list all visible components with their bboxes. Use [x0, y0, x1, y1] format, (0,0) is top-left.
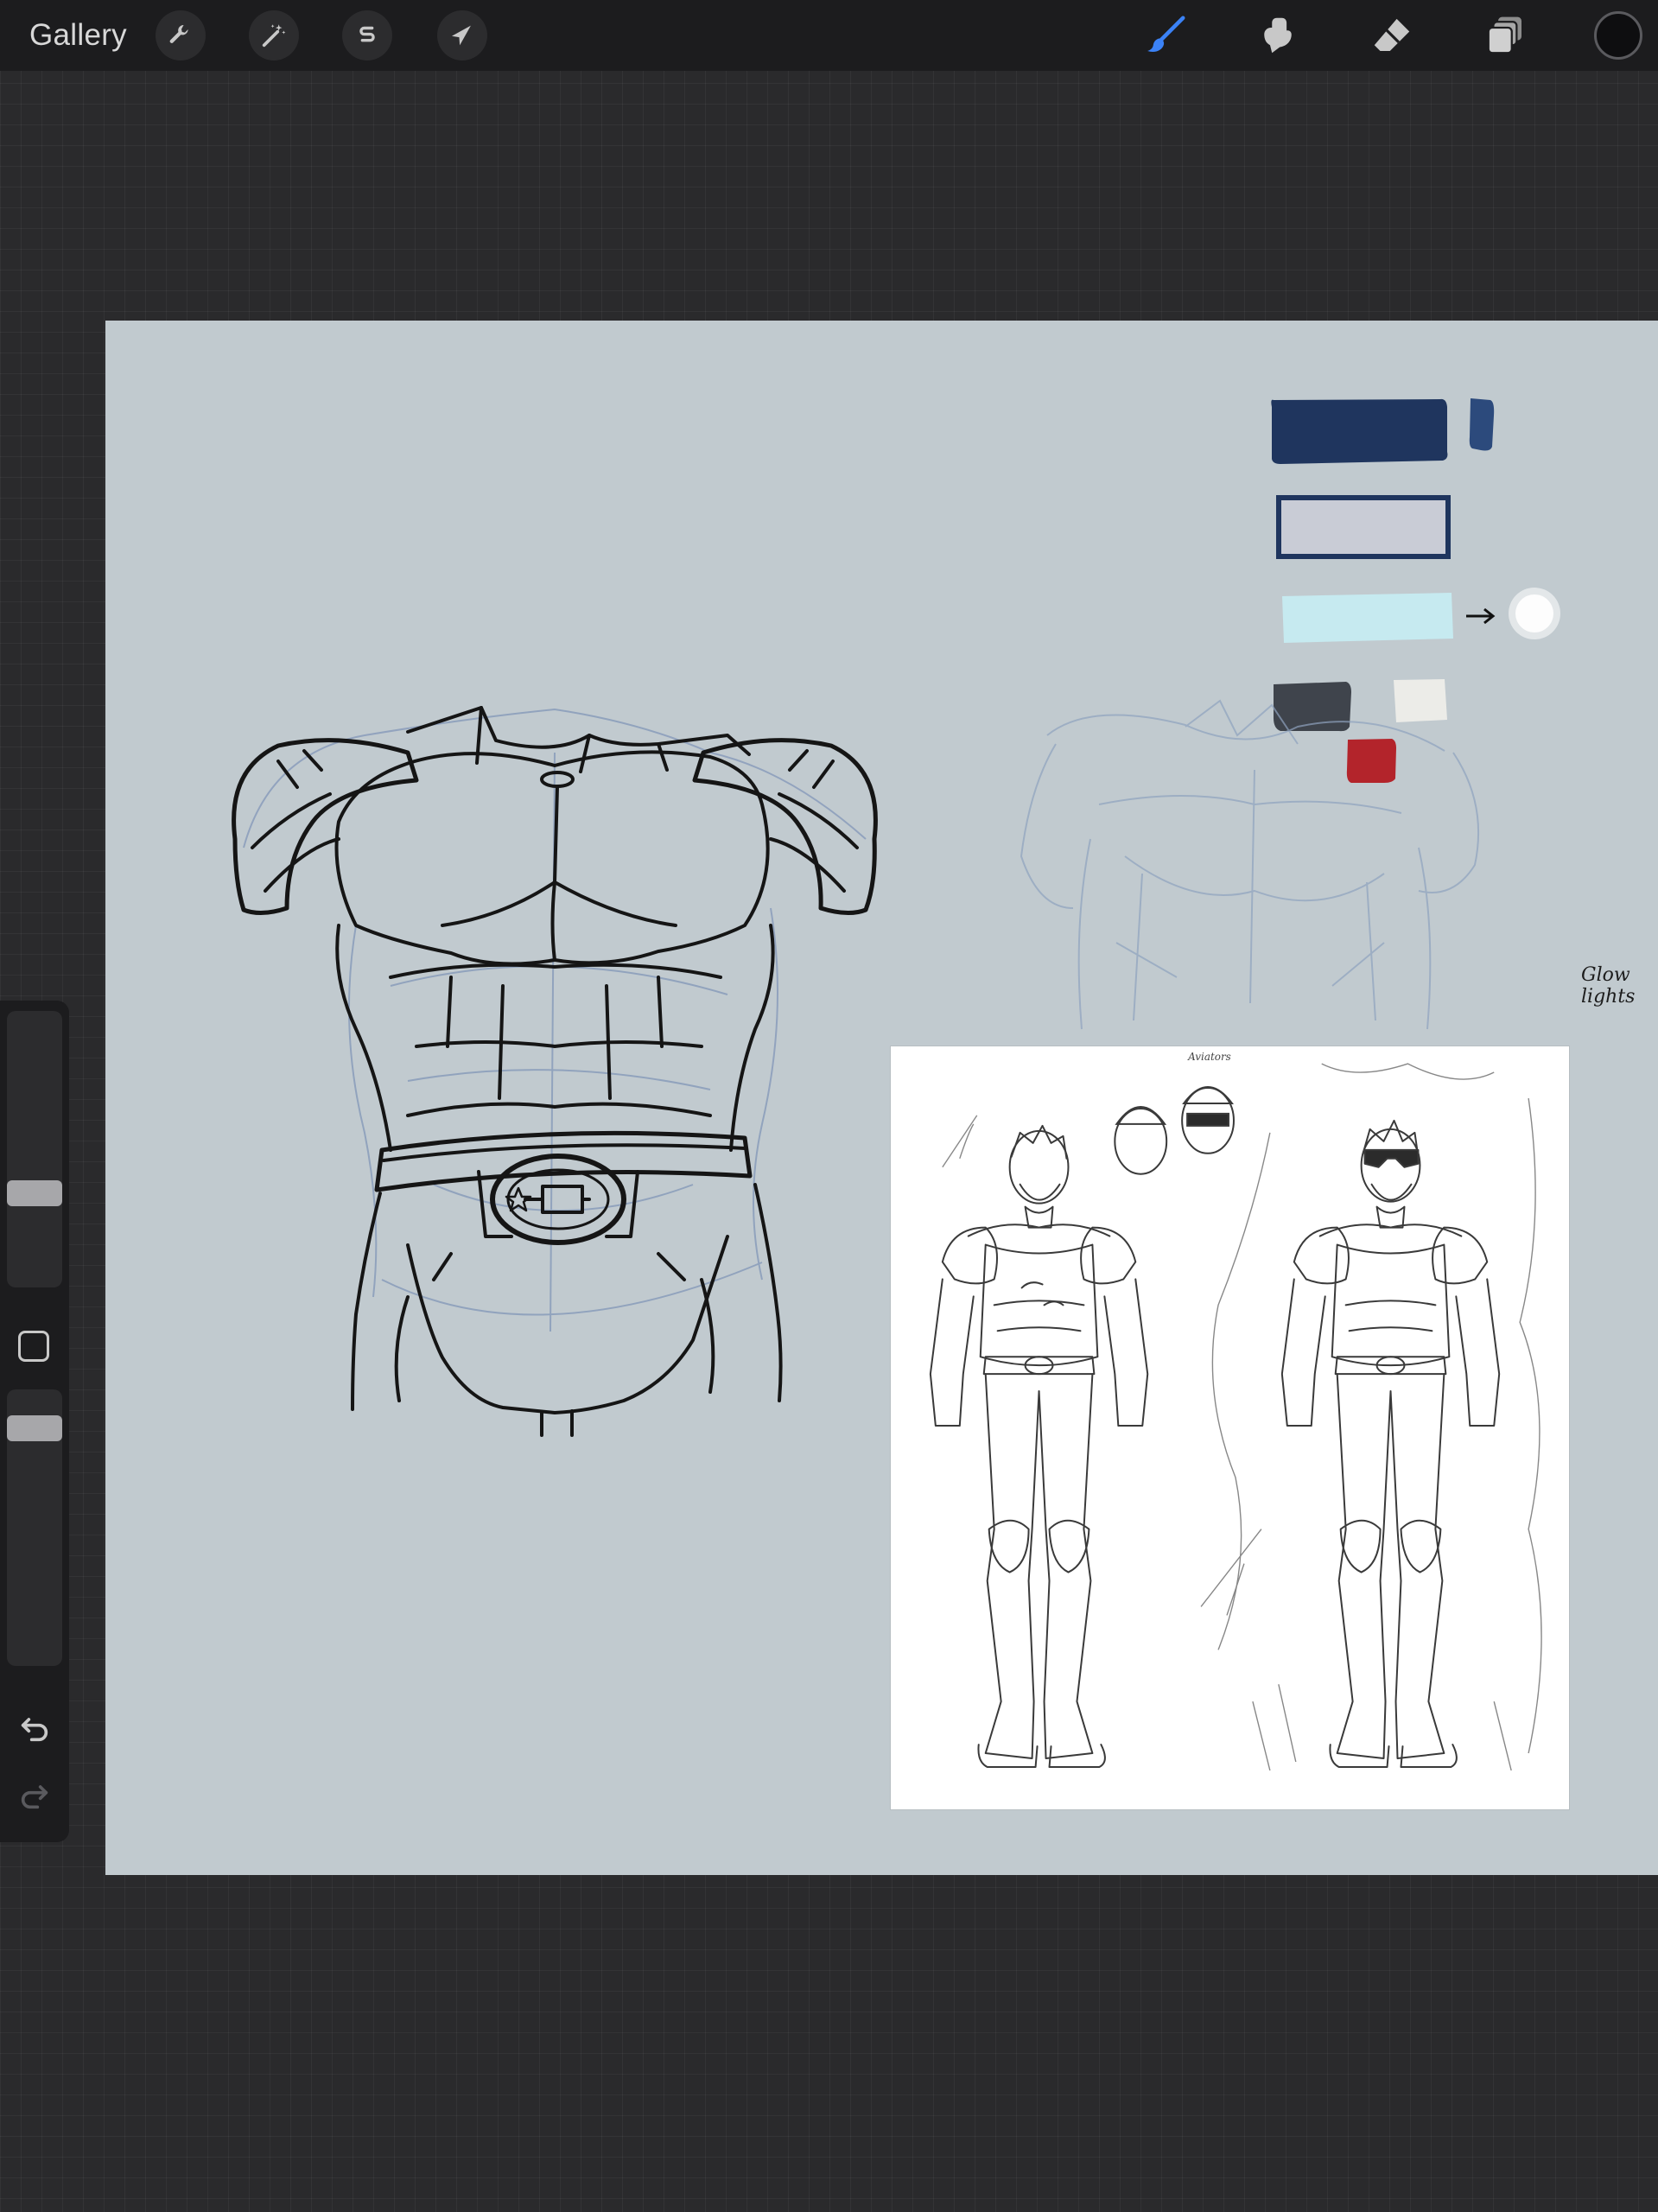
magic-wand-icon [262, 24, 286, 48]
color-palette [1271, 398, 1560, 783]
modify-button[interactable] [18, 1331, 49, 1362]
smudge-icon [1264, 17, 1292, 54]
glow-lights-note: Glow lights [1581, 964, 1636, 1007]
smudge-tool[interactable] [1251, 9, 1305, 62]
selection-s-icon [359, 26, 375, 42]
top-toolbar: Gallery [0, 0, 1658, 71]
swatch-red [1346, 739, 1396, 783]
swatch-light-gray [1276, 495, 1451, 559]
gallery-button[interactable]: Gallery [29, 16, 127, 55]
adjustments-button[interactable] [249, 10, 299, 60]
brush-icon [1147, 16, 1185, 52]
layers-tool[interactable] [1479, 9, 1533, 62]
transform-button[interactable] [437, 10, 487, 60]
character-reference-sketch: Aviators [929, 1051, 1542, 1771]
swatch-navy [1271, 398, 1448, 464]
faint-torso-sketch [1020, 699, 1480, 1030]
actions-button[interactable] [156, 10, 206, 60]
swatch-off-white [1394, 679, 1447, 722]
aviators-note: Aviators [1187, 1051, 1231, 1063]
redo-icon [21, 1785, 48, 1809]
left-sidebar [0, 1001, 69, 1842]
reference-image[interactable]: Aviators [890, 1046, 1570, 1810]
layers-icon [1487, 16, 1521, 54]
brush-size-thumb[interactable] [7, 1180, 62, 1206]
eraser-tool[interactable] [1365, 9, 1419, 62]
undo-icon [21, 1718, 48, 1742]
wrench-icon [169, 24, 188, 43]
selection-button[interactable] [342, 10, 392, 60]
undo-button[interactable] [16, 1709, 54, 1747]
redo-button[interactable] [16, 1777, 54, 1815]
opacity-thumb[interactable] [7, 1415, 62, 1441]
swatch-blue-small [1469, 398, 1495, 451]
arrow-cursor-icon [451, 25, 471, 46]
brush-size-slider[interactable] [7, 1011, 62, 1287]
swatch-glow-cyan [1282, 593, 1453, 643]
figure-right [1280, 1119, 1501, 1768]
brush-tool[interactable] [1139, 9, 1192, 62]
figure-left [929, 1124, 1149, 1768]
head-studies [1114, 1086, 1235, 1175]
eraser-icon [1374, 18, 1410, 51]
color-picker-button[interactable] [1594, 11, 1642, 60]
drawing-canvas[interactable]: Aviators Glow lights [105, 321, 1658, 1875]
